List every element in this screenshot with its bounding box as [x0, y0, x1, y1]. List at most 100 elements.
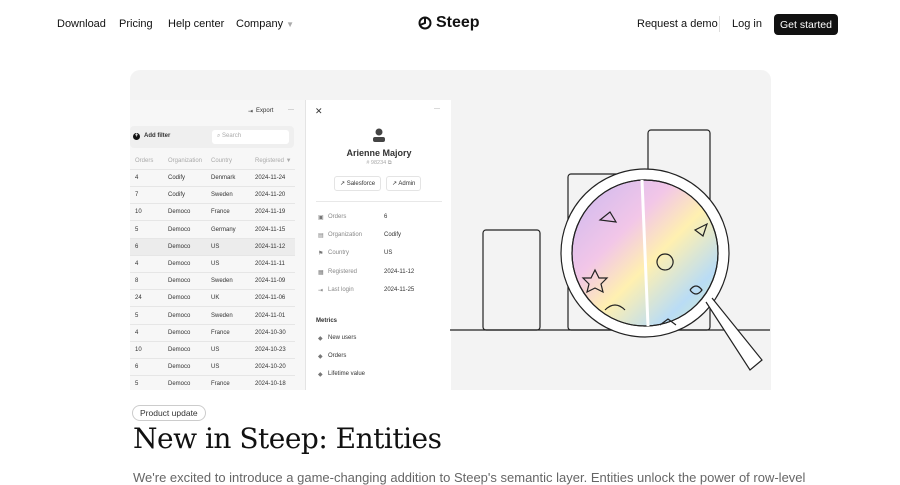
article-title: New in Steep: Entities — [133, 422, 442, 455]
table-cell: 2024-11-19 — [255, 209, 286, 216]
user-icon — [373, 128, 385, 142]
table-row[interactable]: 8 Democo Sweden 2024-11-09 — [130, 273, 295, 291]
field-row: ▣ Orders 6 — [318, 214, 448, 221]
table-cell: Codify — [168, 175, 186, 181]
table-cell: 2024-11-09 — [255, 278, 286, 285]
nav-company-label: Company — [236, 18, 284, 30]
table-row[interactable]: 4 Democo France 2024-10-30 — [130, 325, 295, 342]
table-cell: Germany — [211, 226, 236, 233]
steep-logo-icon — [418, 16, 432, 30]
metric-label: Orders — [328, 353, 347, 359]
table-cell: 24 — [135, 295, 142, 302]
field-row: ▦ Registered 2024-11-12 — [318, 269, 448, 276]
table-row[interactable]: 5 Democo France 2024-10-18 — [130, 376, 295, 390]
table-cell: France — [211, 209, 230, 216]
entities-table-panel: ⇥ Export ··· + Add filter ⌕ Search Orders … — [130, 100, 305, 390]
header-orders[interactable]: Orders — [135, 158, 153, 164]
table-cell: 2024-10-30 — [255, 329, 286, 336]
header-country[interactable]: Country — [211, 158, 232, 164]
external-link-icon: ↗ — [340, 181, 346, 187]
product-update-tag[interactable]: Product update — [132, 405, 206, 421]
entity-detail-panel: ✕ ··· Arienne Majory # 98234 ⧉ ↗ Salesfo… — [305, 100, 451, 390]
table-cell: 2024-11-24 — [255, 175, 286, 181]
table-row[interactable]: 6 Democo US 2024-11-12 — [130, 238, 295, 256]
table-row[interactable]: 5 Democo Sweden 2024-11-01 — [130, 308, 295, 325]
field-label: Orders — [328, 214, 347, 220]
request-demo-link[interactable]: Request a demo — [637, 18, 718, 30]
metrics-title: Metrics — [316, 318, 338, 324]
more-icon[interactable]: ··· — [288, 107, 294, 113]
table-cell: Democo — [168, 295, 191, 302]
table-cell: 6 — [135, 364, 139, 371]
diamond-icon: ◆ — [318, 354, 323, 360]
nav-download[interactable]: Download — [57, 18, 106, 30]
table-cell: Democo — [168, 243, 191, 250]
table-cell: 5 — [135, 226, 139, 233]
table-row[interactable]: 10 Democo US 2024-10-23 — [130, 342, 295, 359]
get-started-button[interactable]: Get started — [774, 14, 838, 35]
table-cell: 8 — [135, 278, 139, 285]
table-cell: Democo — [168, 381, 191, 388]
calendar-icon: ▦ — [318, 269, 324, 276]
header-organization[interactable]: Organization — [168, 158, 202, 164]
admin-button[interactable]: ↗ Admin — [386, 176, 422, 191]
hero-image: ⇥ Export ··· + Add filter ⌕ Search Orders … — [130, 70, 771, 390]
table-row[interactable]: 10 Democo France 2024-11-19 — [130, 204, 295, 222]
table-cell: Denmark — [211, 175, 236, 181]
logo[interactable]: Steep — [418, 14, 480, 32]
chevron-down-icon: ▼ — [286, 20, 295, 29]
close-icon[interactable]: ✕ — [315, 106, 323, 117]
field-value: 6 — [384, 214, 388, 220]
table-cell: Democo — [168, 329, 191, 336]
search-icon: ⌕ — [217, 133, 221, 139]
table-row[interactable]: 6 Democo US 2024-10-20 — [130, 359, 295, 377]
table-cell: France — [211, 381, 230, 388]
table-row[interactable]: 4 Democo US 2024-11-11 — [130, 256, 295, 273]
table-cell: Codify — [168, 192, 186, 199]
field-label: Country — [328, 250, 350, 257]
search-placeholder: Search — [222, 133, 242, 139]
table-cell: 5 — [135, 312, 139, 319]
admin-label: Admin — [398, 181, 416, 187]
nav-pricing[interactable]: Pricing — [119, 18, 153, 30]
table-cell: 10 — [135, 209, 142, 216]
login-link[interactable]: Log in — [732, 18, 762, 30]
export-icon: ⇥ — [248, 109, 254, 115]
metric-item[interactable]: ◆ Lifetime value — [318, 371, 448, 378]
table-row[interactable]: 7 Codify Sweden 2024-11-20 — [130, 187, 295, 205]
top-nav: Download Pricing Help center Company ▼ S… — [0, 0, 900, 48]
metric-item[interactable]: ◆ New users — [318, 335, 448, 342]
nav-help-center[interactable]: Help center — [168, 18, 224, 30]
divider — [316, 201, 442, 202]
table-cell: 2024-11-20 — [255, 192, 286, 199]
table-cell: 2024-10-18 — [255, 381, 286, 388]
building-icon: ▤ — [318, 233, 324, 240]
table-cell: Democo — [168, 347, 191, 353]
table-cell: Democo — [168, 278, 191, 285]
table-cell: 2024-11-12 — [255, 243, 286, 250]
salesforce-button[interactable]: ↗ Salesforce — [334, 176, 382, 191]
table-row[interactable]: 4 Codify Denmark 2024-11-24 — [130, 170, 295, 187]
field-value: 2024-11-25 — [384, 286, 415, 293]
add-filter-label: Add filter — [144, 133, 171, 139]
table-row[interactable]: 24 Democo UK 2024-11-06 — [130, 290, 295, 308]
more-icon[interactable]: ··· — [434, 106, 440, 112]
table-cell: Sweden — [211, 278, 233, 285]
plus-circle-icon: + — [133, 133, 140, 140]
metric-item[interactable]: ◆ Orders — [318, 353, 448, 360]
header-registered[interactable]: Registered ▼ — [255, 158, 292, 164]
table-cell: US — [211, 261, 220, 267]
table-cell: France — [211, 329, 230, 336]
table-row[interactable]: 5 Democo Germany 2024-11-15 — [130, 222, 295, 239]
export-button[interactable]: ⇥ Export — [248, 108, 273, 115]
table-cell: 4 — [135, 175, 139, 181]
add-filter-button[interactable]: + Add filter — [133, 133, 170, 140]
nav-company[interactable]: Company ▼ — [236, 18, 294, 30]
table-cell: US — [211, 347, 220, 353]
search-input[interactable]: ⌕ Search — [212, 130, 289, 144]
copy-icon[interactable]: ⧉ — [388, 160, 392, 166]
table-header: Orders Organization Country Registered ▼ — [130, 153, 295, 170]
field-label: Last login — [328, 286, 354, 293]
table-cell: 6 — [135, 243, 139, 250]
field-label: Organization — [328, 232, 363, 239]
